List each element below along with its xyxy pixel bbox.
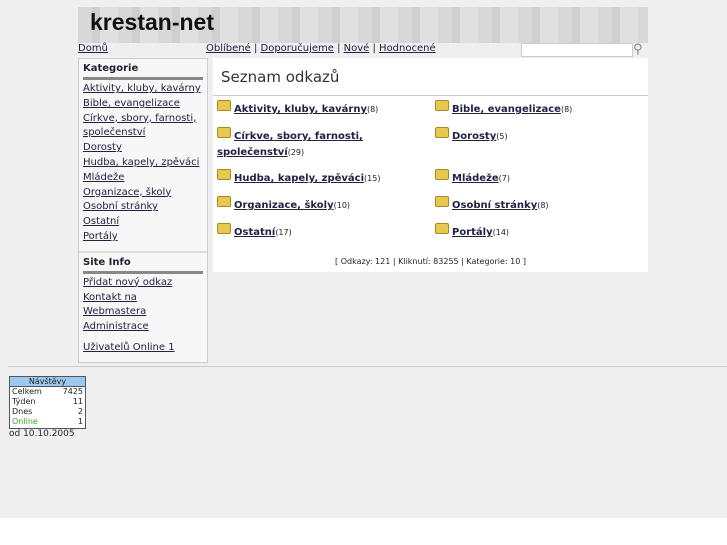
sidebar-category[interactable]: Mládeže xyxy=(83,171,203,186)
divider xyxy=(8,366,727,367)
folder-icon xyxy=(435,169,449,180)
category-item: Bible, evangelizace(8) xyxy=(435,100,645,118)
category-count: (8) xyxy=(560,105,573,114)
siteinfo-title: Site Info xyxy=(83,257,203,274)
folder-icon xyxy=(217,100,231,111)
users-online[interactable]: Uživatelů Online 1 xyxy=(83,341,203,356)
category-count: (29) xyxy=(287,148,305,157)
add-link[interactable]: Přidat nový odkaz xyxy=(83,276,203,291)
category-link[interactable]: Dorosty xyxy=(452,131,496,142)
sidebar-category[interactable]: Hudba, kapely, zpěváci xyxy=(83,156,203,171)
search-input[interactable] xyxy=(521,43,633,57)
counter-title: Návštěvy xyxy=(10,377,85,387)
category-count: (10) xyxy=(333,201,351,210)
category-item: Organizace, školy(10) xyxy=(217,196,427,214)
nav-links: Oblíbené | Doporučujeme | Nové | Hodnoce… xyxy=(206,43,436,54)
category-count: (8) xyxy=(537,201,549,210)
folder-icon xyxy=(435,127,449,138)
category-item: Aktivity, kluby, kavárny(8) xyxy=(217,100,427,118)
administration-link[interactable]: Administrace xyxy=(83,320,203,335)
sidebar-category[interactable]: Dorosty xyxy=(83,141,203,156)
sidebar-category[interactable]: Bible, evangelizace xyxy=(83,97,203,112)
category-item: Dorosty(5) xyxy=(435,127,645,145)
category-link[interactable]: Mládeže xyxy=(452,173,499,184)
folder-icon xyxy=(217,169,231,180)
category-link[interactable]: Organizace, školy xyxy=(234,200,334,211)
stats-line: [ Odkazy: 121 | Kliknutí: 83255 | Katego… xyxy=(335,257,526,266)
counter-value: 2 xyxy=(77,407,83,416)
folder-icon xyxy=(217,196,231,207)
contact-webmaster[interactable]: Kontakt na Webmastera xyxy=(83,291,203,321)
category-item: Ostatní(17) xyxy=(217,223,427,241)
counter-value: 7425 xyxy=(62,387,83,396)
category-link[interactable]: Aktivity, kluby, kavárny xyxy=(234,104,367,115)
category-count: (8) xyxy=(366,105,379,114)
main-content: Seznam odkazů Aktivity, kluby, kavárny(8… xyxy=(213,58,648,272)
counter-value: 11 xyxy=(72,397,83,406)
nav-recommended[interactable]: Doporučujeme xyxy=(261,43,334,54)
category-item: Hudba, kapely, zpěváci(15) xyxy=(217,169,427,187)
header-banner: krestan-net xyxy=(78,7,648,43)
nav-favorites[interactable]: Oblíbené xyxy=(206,43,251,54)
search-icon[interactable]: ⚲ xyxy=(633,42,643,57)
siteinfo-box: Site Info Přidat nový odkaz Kontakt na W… xyxy=(79,250,207,362)
category-item: Osobní stránky(8) xyxy=(435,196,645,214)
category-link[interactable]: Portály xyxy=(452,227,493,238)
top-nav: Domů Oblíbené | Doporučujeme | Nové | Ho… xyxy=(78,42,648,57)
category-count: (14) xyxy=(492,228,510,237)
counter-label: Týden xyxy=(12,397,36,406)
counter-value: 1 xyxy=(77,417,83,426)
visit-counter[interactable]: Návštěvy Celkem 7425 Týden 11 Dnes 2 Online… xyxy=(9,376,86,429)
counter-since: od 10.10.2005 xyxy=(9,429,75,439)
category-count: (17) xyxy=(275,228,292,237)
site-logo[interactable]: krestan-net xyxy=(90,9,214,36)
sidebar-category[interactable]: Církve, sbory, farnosti, společenství xyxy=(83,112,203,142)
sidebar-category[interactable]: Organizace, školy xyxy=(83,186,203,201)
counter-label: Online xyxy=(12,417,38,426)
folder-icon xyxy=(435,223,449,234)
nav-home[interactable]: Domů xyxy=(78,43,108,54)
categories-title: Kategorie xyxy=(83,63,203,80)
category-link[interactable]: Ostatní xyxy=(234,227,275,238)
page-title: Seznam odkazů xyxy=(213,58,648,96)
category-count: (7) xyxy=(498,174,511,183)
category-link[interactable]: Osobní stránky xyxy=(452,200,537,211)
sidebar-category[interactable]: Aktivity, kluby, kavárny xyxy=(83,82,203,97)
category-item: Církve, sbory, farnosti, společenství(29… xyxy=(217,127,427,161)
folder-icon xyxy=(217,127,231,138)
nav-new[interactable]: Nové xyxy=(344,43,370,54)
category-link[interactable]: Bible, evangelizace xyxy=(452,104,561,115)
category-count: (15) xyxy=(364,174,381,183)
category-count: (5) xyxy=(496,132,508,141)
nav-rated[interactable]: Hodnocené xyxy=(379,43,436,54)
category-link[interactable]: Hudba, kapely, zpěváci xyxy=(234,173,364,184)
folder-icon xyxy=(435,100,449,111)
categories-box: Kategorie Aktivity, kluby, kavárny Bible… xyxy=(79,59,207,251)
category-item: Portály(14) xyxy=(435,223,645,241)
folder-icon xyxy=(217,223,231,234)
category-item: Mládeže(7) xyxy=(435,169,645,187)
sidebar: Kategorie Aktivity, kluby, kavárny Bible… xyxy=(78,58,208,363)
sidebar-category[interactable]: Ostatní xyxy=(83,215,203,230)
counter-label: Dnes xyxy=(12,407,33,416)
folder-icon xyxy=(435,196,449,207)
sidebar-category[interactable]: Portály xyxy=(83,230,203,245)
counter-label: Celkem xyxy=(12,387,42,396)
sidebar-category[interactable]: Osobní stránky xyxy=(83,200,203,215)
